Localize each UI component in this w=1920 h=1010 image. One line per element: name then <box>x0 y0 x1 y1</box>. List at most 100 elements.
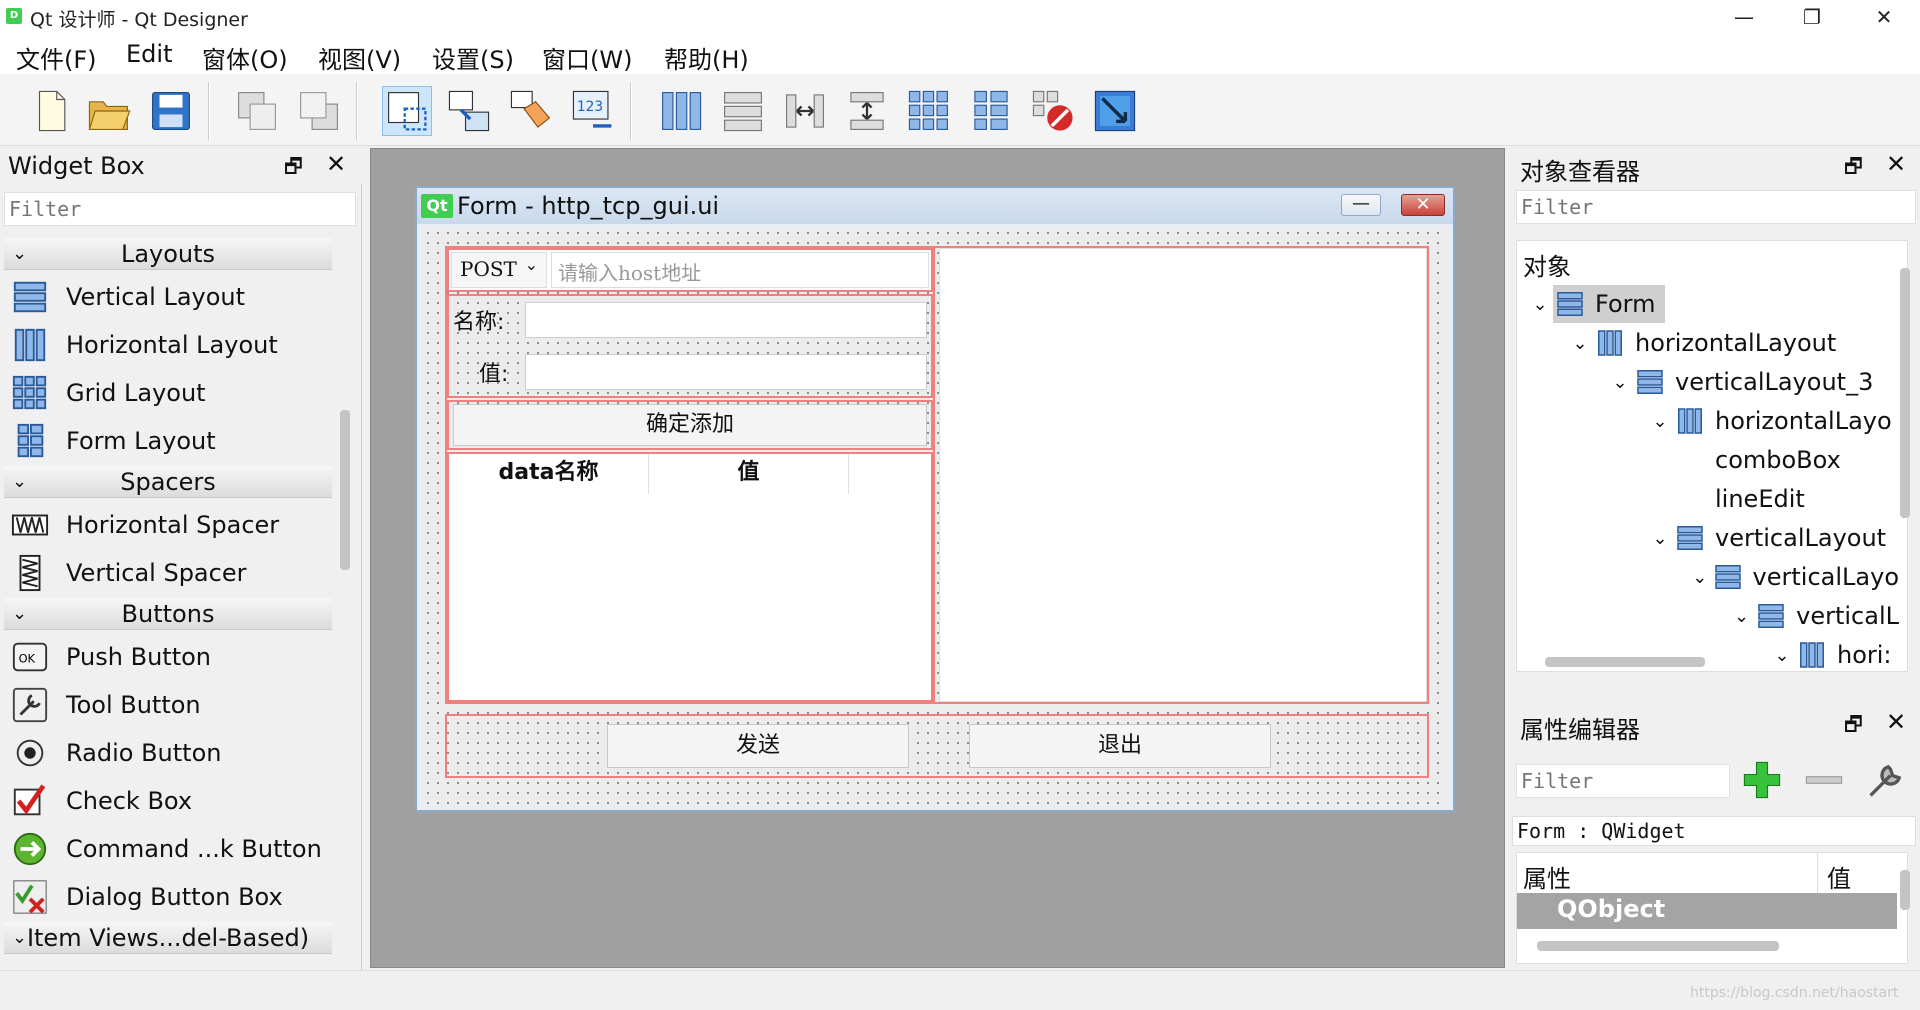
layout-vertical-splitter-icon[interactable] <box>842 86 892 136</box>
object-filter-input[interactable] <box>1516 190 1916 224</box>
widget-push-button[interactable]: OK Push Button <box>10 634 330 680</box>
qobject-section[interactable]: QObject <box>1517 893 1897 929</box>
widget-tool-button[interactable]: Tool Button <box>10 682 330 728</box>
add-property-icon[interactable] <box>1740 758 1788 806</box>
tree-node[interactable]: ⌄ horizontalLayout <box>1517 324 1907 362</box>
chevron-down-icon[interactable]: ⌄ <box>1729 606 1754 627</box>
configure-wrench-icon[interactable] <box>1864 758 1912 806</box>
widget-dialog-button-box[interactable]: Dialog Button Box <box>10 874 330 920</box>
object-tree[interactable]: 对象 ⌄ Form ⌄ horizontalLayout ⌄ verticalLayout… <box>1516 240 1908 672</box>
edit-signals-slots-icon[interactable] <box>444 86 494 136</box>
confirm-add-button[interactable]: 确定添加 <box>453 404 927 446</box>
new-icon[interactable] <box>26 86 76 136</box>
remove-property-icon[interactable] <box>1802 758 1850 806</box>
menu-view[interactable]: 视图(V) <box>318 40 401 75</box>
data-table[interactable]: data名称 值 <box>447 452 933 702</box>
chevron-down-icon[interactable]: ⌄ <box>1567 333 1593 354</box>
adjust-size-icon[interactable] <box>1090 86 1140 136</box>
qt-logo-icon: Qt <box>421 194 453 218</box>
method-combobox[interactable]: POST ⌄ <box>451 252 547 288</box>
right-text-panel[interactable] <box>939 248 1427 702</box>
minimize-button[interactable]: — <box>1716 0 1772 34</box>
property-hscrollbar[interactable] <box>1537 941 1779 951</box>
tree-node[interactable]: ⌄ horizontalLayo <box>1517 402 1907 440</box>
float-dock-icon[interactable]: 🗗 <box>1844 710 1863 744</box>
property-filter-input[interactable] <box>1516 764 1730 798</box>
send-to-back-icon[interactable] <box>232 86 282 136</box>
bring-to-front-icon[interactable] <box>294 86 344 136</box>
tree-vscrollbar[interactable] <box>1900 268 1910 518</box>
tree-node[interactable]: ⌄ verticalLayout_3 <box>1517 363 1907 401</box>
widget-command-link-button[interactable]: Command ...k Button <box>10 826 330 872</box>
menu-file[interactable]: 文件(F) <box>16 40 97 75</box>
close-window-button[interactable]: ✕ <box>1856 0 1912 34</box>
tree-node[interactable]: comboBox <box>1517 441 1907 479</box>
widget-check-box[interactable]: Check Box <box>10 778 330 824</box>
form-canvas[interactable]: POST ⌄ 请输入host地址 名称: 值: 确定添加 data名称 值 发送 … <box>423 228 1447 806</box>
widget-grid-layout[interactable]: Grid Layout <box>10 370 330 416</box>
layout-horizontal-icon[interactable] <box>656 86 706 136</box>
category-spacers[interactable]: ⌄ Spacers <box>4 466 332 498</box>
widget-horizontal-spacer[interactable]: Horizontal Spacer <box>10 502 330 548</box>
close-dock-icon[interactable]: ✕ <box>1886 150 1906 178</box>
menu-bar: 文件(F) Edit 窗体(O) 视图(V) 设置(S) 窗口(W) 帮助(H) <box>0 34 1920 74</box>
form-window[interactable]: Qt Form - http_tcp_gui.ui — ✕ POST ⌄ 请输入h… <box>415 186 1455 812</box>
chevron-down-icon[interactable]: ⌄ <box>1769 645 1795 666</box>
menu-settings[interactable]: 设置(S) <box>432 40 514 75</box>
close-dock-icon[interactable]: ✕ <box>1886 708 1906 736</box>
widget-vertical-spacer[interactable]: Vertical Spacer <box>10 550 330 596</box>
widget-vertical-layout[interactable]: Vertical Layout <box>10 274 330 320</box>
menu-form[interactable]: 窗体(O) <box>202 40 288 75</box>
chevron-down-icon[interactable]: ⌄ <box>1607 372 1633 393</box>
widget-filter-input[interactable] <box>4 192 356 226</box>
property-vscrollbar[interactable] <box>1900 870 1910 910</box>
table-header-value[interactable]: 值 <box>649 454 849 494</box>
tree-hscrollbar[interactable] <box>1545 657 1705 667</box>
open-icon[interactable] <box>84 86 134 136</box>
save-icon[interactable] <box>146 86 196 136</box>
widget-box-scrollbar[interactable] <box>340 410 350 570</box>
tree-node[interactable]: ⌄ verticalL <box>1517 597 1907 635</box>
chevron-down-icon[interactable]: ⌄ <box>1647 528 1673 549</box>
category-buttons[interactable]: ⌄ Buttons <box>4 598 332 630</box>
widget-radio-button[interactable]: Radio Button <box>10 730 330 776</box>
layout-horizontal-splitter-icon[interactable] <box>780 86 830 136</box>
name-input[interactable] <box>525 302 927 338</box>
vertical-layout-icon <box>1553 289 1587 319</box>
exit-button[interactable]: 退出 <box>969 724 1271 768</box>
tree-node[interactable]: ⌄ verticalLayo <box>1517 558 1907 596</box>
menu-edit[interactable]: Edit <box>126 40 172 68</box>
break-layout-icon[interactable] <box>1028 86 1078 136</box>
form-minimize-button[interactable]: — <box>1341 194 1381 216</box>
widget-form-layout[interactable]: Form Layout <box>10 418 330 464</box>
form-title-bar[interactable]: Qt Form - http_tcp_gui.ui — ✕ <box>417 188 1453 224</box>
value-input[interactable] <box>525 354 927 390</box>
chevron-down-icon[interactable]: ⌄ <box>1527 294 1553 315</box>
tree-node[interactable]: lineEdit <box>1517 480 1907 518</box>
float-dock-icon[interactable]: 🗗 <box>1844 152 1863 186</box>
property-table[interactable]: 属性 值 QObject <box>1516 852 1908 964</box>
layout-grid-icon[interactable] <box>904 86 954 136</box>
host-input[interactable]: 请输入host地址 <box>551 252 929 288</box>
maximize-button[interactable]: ❐ <box>1784 0 1840 34</box>
tree-node[interactable]: ⌄ verticalLayout <box>1517 519 1907 557</box>
form-close-button[interactable]: ✕ <box>1401 194 1445 216</box>
tree-node[interactable]: ⌄ Form <box>1517 285 1907 323</box>
category-item-views[interactable]: ⌄ Item Views...del-Based) <box>4 922 332 954</box>
property-editor-title: 属性编辑器 <box>1520 716 1640 744</box>
category-layouts[interactable]: ⌄ Layouts <box>4 238 332 270</box>
table-header-name[interactable]: data名称 <box>449 454 649 494</box>
layout-form-icon[interactable] <box>966 86 1016 136</box>
edit-buddies-icon[interactable] <box>506 86 556 136</box>
close-dock-icon[interactable]: ✕ <box>326 150 346 178</box>
chevron-down-icon[interactable]: ⌄ <box>1647 411 1673 432</box>
chevron-down-icon[interactable]: ⌄ <box>1689 567 1711 588</box>
widget-horizontal-layout[interactable]: Horizontal Layout <box>10 322 330 368</box>
send-button[interactable]: 发送 <box>607 724 909 768</box>
edit-widgets-icon[interactable] <box>382 86 432 136</box>
layout-vertical-icon[interactable] <box>718 86 768 136</box>
edit-tab-order-icon[interactable]: 123 <box>568 86 618 136</box>
menu-help[interactable]: 帮助(H) <box>664 40 749 75</box>
float-dock-icon[interactable]: 🗗 <box>284 152 303 186</box>
menu-window[interactable]: 窗口(W) <box>542 40 632 75</box>
